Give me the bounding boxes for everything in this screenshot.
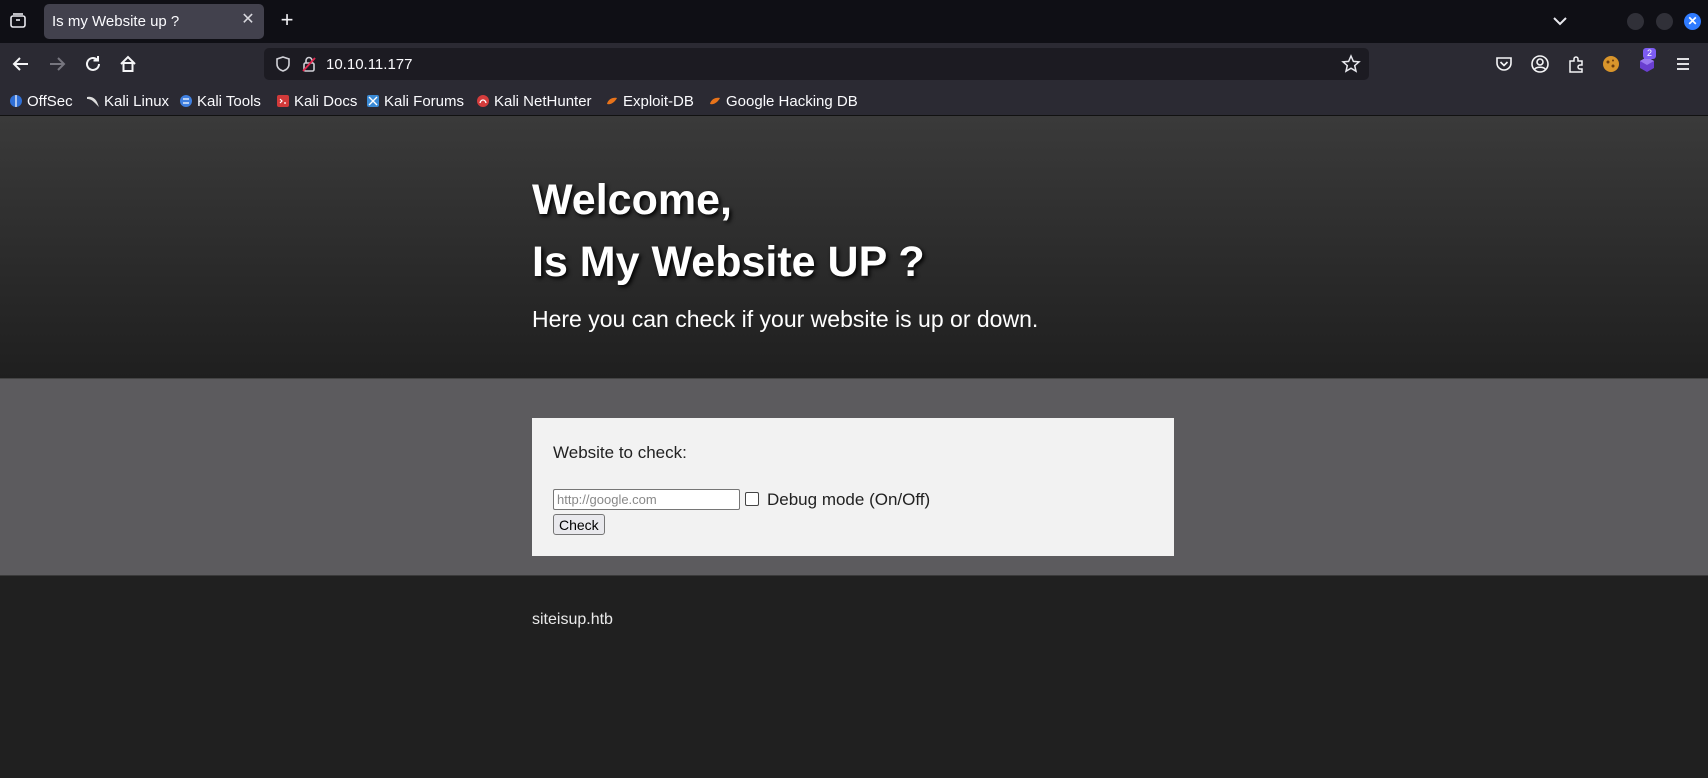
- minimize-button[interactable]: [1627, 13, 1644, 30]
- bookmark-label: Kali Tools: [197, 92, 261, 110]
- bookmark-google-hacking-db[interactable]: Google Hacking DB: [708, 91, 858, 111]
- kali-docs-icon: [276, 94, 290, 108]
- insecure-lock-icon[interactable]: [300, 55, 318, 73]
- tab-close-icon[interactable]: ✕: [240, 12, 256, 28]
- page-footer: siteisup.htb: [0, 576, 1708, 778]
- bookmark-label: Kali Forums: [384, 92, 465, 110]
- reload-icon[interactable]: [82, 53, 104, 75]
- check-form: Website to check: Debug mode (On/Off) Ch…: [532, 418, 1174, 556]
- window-close-button[interactable]: ✕: [1684, 13, 1701, 30]
- bookmark-kali-tools[interactable]: Kali Tools: [179, 91, 261, 111]
- pocket-icon[interactable]: [1494, 54, 1514, 74]
- kali-forums-icon: [366, 94, 380, 108]
- debug-mode-label[interactable]: Debug mode (On/Off): [767, 490, 930, 510]
- list-all-tabs-icon[interactable]: [8, 11, 28, 31]
- navigation-toolbar: 10.10.11.177 2: [0, 43, 1708, 86]
- form-section: Website to check: Debug mode (On/Off) Ch…: [0, 379, 1708, 576]
- exploit-db-icon: [605, 94, 619, 108]
- extensions-puzzle-icon[interactable]: [1566, 54, 1586, 74]
- bookmark-kali-linux[interactable]: Kali Linux: [86, 91, 169, 111]
- account-icon[interactable]: [1530, 54, 1550, 74]
- extension-badge-count: 2: [1643, 48, 1656, 59]
- website-url-input[interactable]: [553, 489, 740, 510]
- bookmark-label: Google Hacking DB: [726, 92, 858, 110]
- kali-dragon-icon: [86, 94, 100, 108]
- check-button[interactable]: Check: [553, 514, 605, 535]
- bookmark-label: Kali Linux: [104, 92, 170, 110]
- maximize-button[interactable]: [1656, 13, 1673, 30]
- footer-domain: siteisup.htb: [532, 611, 613, 628]
- menu-hamburger-icon[interactable]: [1673, 54, 1693, 74]
- bookmark-star-icon[interactable]: [1341, 54, 1361, 74]
- forward-arrow-icon[interactable]: [46, 53, 68, 75]
- url-text[interactable]: 10.10.11.177: [326, 56, 412, 73]
- tab-title: Is my Website up ?: [52, 13, 180, 30]
- bookmark-label: Kali Docs: [294, 92, 358, 110]
- tab-bar: Is my Website up ? ✕ + ✕: [0, 0, 1708, 43]
- home-icon[interactable]: [117, 53, 139, 75]
- kali-nethunter-icon: [476, 94, 490, 108]
- cookie-extension-icon[interactable]: [1601, 54, 1621, 74]
- tracking-protection-shield-icon[interactable]: [274, 55, 292, 73]
- page-title-question: Is My Website UP ?: [532, 238, 925, 286]
- kali-tools-icon: [179, 94, 193, 108]
- page-subtitle: Here you can check if your website is up…: [532, 306, 1039, 332]
- hero-header: Welcome, Is My Website UP ? Here you can…: [0, 116, 1708, 379]
- bookmarks-toolbar: OffSec Kali Linux Kali Tools Kali Docs K…: [0, 86, 1708, 116]
- bookmark-kali-nethunter[interactable]: Kali NetHunter: [476, 91, 592, 111]
- tab-active[interactable]: Is my Website up ? ✕: [44, 4, 264, 39]
- new-tab-button[interactable]: +: [276, 9, 298, 32]
- bookmark-label: Kali NetHunter: [494, 92, 592, 110]
- bookmark-kali-docs[interactable]: Kali Docs: [276, 91, 357, 111]
- address-bar[interactable]: 10.10.11.177: [264, 48, 1369, 80]
- chevron-down-icon[interactable]: [1549, 12, 1571, 30]
- bookmark-label: OffSec: [27, 92, 73, 110]
- back-arrow-icon[interactable]: [10, 53, 32, 75]
- bookmark-kali-forums[interactable]: Kali Forums: [366, 91, 464, 111]
- offsec-icon: [9, 94, 23, 108]
- bookmark-exploit-db[interactable]: Exploit-DB: [605, 91, 694, 111]
- bookmark-offsec[interactable]: OffSec: [9, 91, 73, 111]
- debug-mode-checkbox[interactable]: [745, 492, 759, 506]
- page-title-welcome: Welcome,: [532, 176, 732, 224]
- website-to-check-label: Website to check:: [553, 443, 687, 462]
- bookmark-label: Exploit-DB: [623, 92, 694, 110]
- ghdb-icon: [708, 94, 722, 108]
